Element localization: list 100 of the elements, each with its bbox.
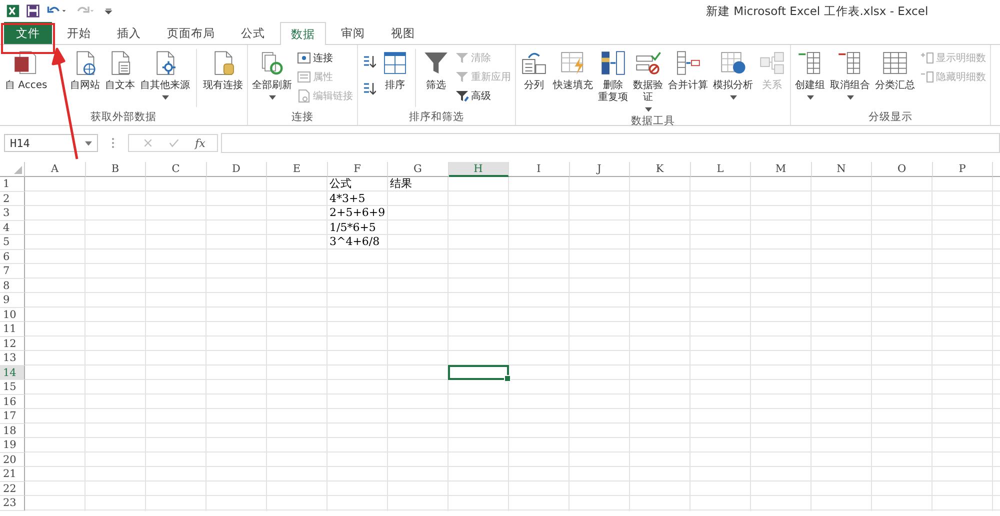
row-header[interactable]: 6 (0, 250, 25, 264)
row-header[interactable]: 7 (0, 264, 25, 278)
table-cell-text: 4*3+5 (328, 192, 366, 206)
table-cell-text: 结果 (389, 177, 413, 192)
save-icon[interactable] (26, 4, 40, 18)
column-header[interactable]: B (86, 162, 146, 177)
row-header[interactable]: 20 (0, 452, 25, 467)
caret-icon (644, 107, 652, 112)
column-header[interactable]: L (690, 162, 751, 177)
ribbon-tab[interactable]: 数据 (280, 22, 326, 45)
table-cell-text: 3^4+6/8 (328, 235, 381, 250)
row-header[interactable]: 17 (0, 409, 25, 424)
column-header[interactable]: P (932, 162, 993, 177)
ribbon-button[interactable]: 分类汇总 (873, 47, 918, 94)
column-header[interactable]: F (328, 162, 388, 177)
ribbon-button[interactable]: 取消组合 (828, 47, 872, 102)
ribbon-button[interactable]: 连接 (295, 49, 356, 67)
group-label: 排序和筛选 (408, 110, 466, 125)
column-header[interactable]: E (267, 162, 328, 177)
show-detail-icon (920, 51, 934, 65)
ribbon-button[interactable]: 全部刷新 (250, 47, 294, 102)
ribbon-button[interactable]: 快速填充 (551, 47, 596, 94)
ribbon-button[interactable]: 筛选 (420, 47, 452, 94)
name-box[interactable]: H14 (4, 134, 98, 152)
ribbon-button[interactable]: 删除 重复项 (596, 47, 630, 106)
table-cell-text: 公式 (328, 177, 352, 192)
hide-detail-icon (920, 70, 934, 84)
row-header[interactable]: 4 (0, 220, 25, 235)
group-label: 连接 (290, 110, 315, 125)
row-header[interactable]: 2 (0, 192, 25, 206)
remove-duplicates-icon (599, 49, 628, 77)
reapply-icon (455, 70, 470, 84)
ribbon-button[interactable]: 数据验 证 (631, 47, 666, 114)
ribbon-button[interactable]: 自网站 (68, 47, 102, 94)
ribbon-tab[interactable]: 开始 (56, 22, 102, 44)
consolidate-icon (674, 49, 702, 77)
formula-input[interactable] (221, 133, 1000, 153)
row-header[interactable]: 16 (0, 394, 25, 409)
edit-links-icon (297, 89, 312, 103)
table-cell-text: 1/5*6+5 (328, 220, 377, 235)
sort-ascending-icon (362, 55, 376, 69)
ribbon-button[interactable]: 高级 (453, 87, 514, 105)
row-header[interactable]: 18 (0, 424, 25, 438)
row-header[interactable]: 19 (0, 438, 25, 452)
validation-icon (634, 49, 662, 77)
column-header[interactable]: J (570, 162, 630, 177)
ribbon-button[interactable]: 排序 (379, 47, 412, 94)
active-cell[interactable] (448, 364, 509, 380)
ribbon-button[interactable]: 模拟分析 (711, 47, 756, 102)
relationships-icon (758, 49, 786, 77)
caret-icon (730, 95, 737, 100)
clear-filter-icon (455, 51, 470, 65)
insert-function-button[interactable]: fx (195, 136, 206, 150)
row-header[interactable]: 8 (0, 278, 25, 293)
row-header[interactable]: 23 (0, 496, 25, 510)
ribbon-button[interactable]: 自文本 (103, 47, 138, 94)
caret-icon (162, 95, 169, 100)
ribbon-button[interactable]: 创建组 (793, 47, 828, 102)
app-icon[interactable] (6, 4, 20, 18)
column-header[interactable]: N (812, 162, 872, 177)
more-icon (111, 136, 115, 150)
row-header[interactable]: 9 (0, 293, 25, 308)
row-header[interactable]: 22 (0, 482, 25, 496)
row-header[interactable]: 5 (0, 235, 25, 250)
connections-icon (297, 51, 312, 65)
column-header[interactable]: I (509, 162, 570, 177)
row-header[interactable]: 21 (0, 467, 25, 482)
row-header[interactable]: 10 (0, 308, 25, 322)
caret-icon (268, 95, 276, 100)
row-header[interactable]: 11 (0, 322, 25, 336)
row-header[interactable]: 3 (0, 206, 25, 220)
column-header[interactable]: C (146, 162, 206, 177)
ribbon-button[interactable]: 合并计算 (666, 47, 710, 94)
advanced-filter-icon (455, 89, 470, 103)
ribbon-button[interactable]: 分列 (518, 47, 550, 94)
group-label: 分级显示 (868, 110, 914, 125)
ribbon-tab[interactable]: 插入 (106, 22, 152, 44)
table-cell-text: 2+5+6+9 (328, 206, 386, 220)
ribbon-tab[interactable]: 审阅 (330, 22, 376, 44)
row-header[interactable]: 1 (0, 177, 25, 192)
column-header[interactable]: O (872, 162, 932, 177)
ribbon-button[interactable]: 自其他来源 (138, 47, 192, 102)
column-header[interactable]: H (448, 162, 509, 177)
subtotal-icon (881, 49, 910, 77)
column-header[interactable]: A (25, 162, 86, 177)
ribbon-button[interactable]: 自 Acces (2, 47, 50, 94)
ribbon-button[interactable]: 现有连接 (201, 47, 246, 94)
column-header[interactable]: D (206, 162, 267, 177)
ribbon-tab[interactable]: 视图 (380, 22, 426, 44)
column-header[interactable]: M (751, 162, 812, 177)
column-header[interactable]: G (388, 162, 448, 177)
ribbon-tab[interactable]: 页面布局 (156, 22, 226, 44)
ribbon-tab[interactable]: 公式 (230, 22, 276, 44)
row-header[interactable]: 12 (0, 336, 25, 351)
row-header[interactable]: 15 (0, 380, 25, 394)
file-tab[interactable]: 文件 (4, 22, 52, 44)
row-header[interactable]: 14 (0, 366, 25, 380)
column-header[interactable]: K (630, 162, 690, 177)
row-header[interactable]: 13 (0, 351, 25, 366)
window-title: 新建 Microsoft Excel 工作表.xlsx - Excel (706, 4, 928, 18)
